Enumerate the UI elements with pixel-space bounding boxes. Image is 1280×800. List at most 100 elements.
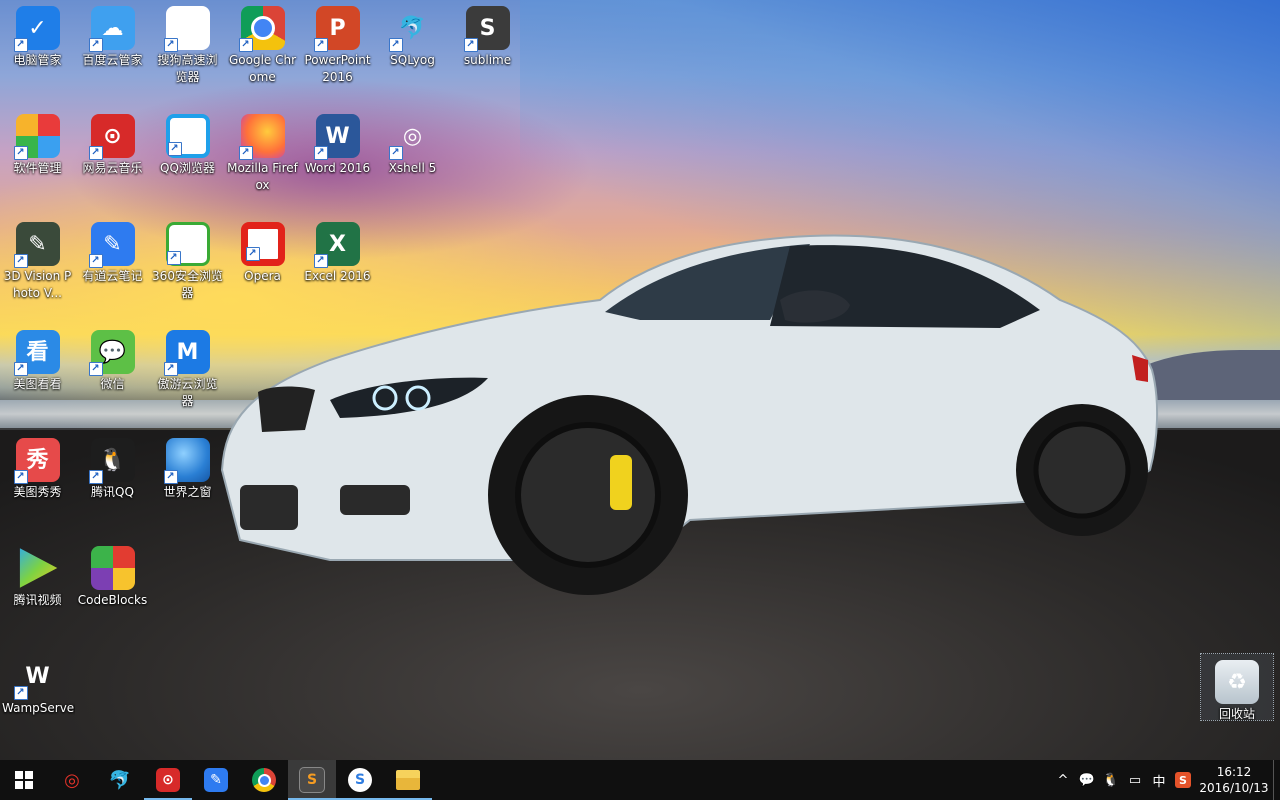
- clock-date: 2016/10/13: [1199, 781, 1269, 795]
- desktop-icon-opera[interactable]: ↗ Opera: [225, 216, 300, 285]
- desktop-icon-360-browser[interactable]: e ↗ 360安全浏览器: [150, 216, 225, 302]
- qq-tray-icon[interactable]: 🐧: [1099, 760, 1123, 800]
- desktop-icon-label: Excel 2016: [304, 269, 371, 283]
- excel-icon: X ↗: [313, 222, 360, 268]
- taskbar-sogou-browser[interactable]: S: [336, 760, 384, 800]
- desktop-icon-wampserver[interactable]: W ↗ WampServer: [0, 648, 75, 717]
- desktop-icon-powerpoint[interactable]: P ↗ PowerPoint 2016: [300, 0, 375, 86]
- desktop-icon-google-chrome[interactable]: ↗ Google Chrome: [225, 0, 300, 86]
- qq-penguin-icon: 🐧 ↗: [88, 438, 135, 484]
- desktop-icon-meitu-viewer[interactable]: 看 ↗ 美图看看: [0, 324, 75, 393]
- desktop-icon-label: 美图看看: [13, 377, 62, 391]
- desktop-icon-baidu-cloud[interactable]: ☁ ↗ 百度云管家: [75, 0, 150, 69]
- wampserver-icon: W ↗: [13, 654, 60, 700]
- desktop-icon-youdao-note[interactable]: ✎ ↗ 有道云笔记: [75, 216, 150, 285]
- desktop-icon-label: Google Chrome: [228, 53, 297, 84]
- desktop-icon-meitu-xiuxiu[interactable]: 秀 ↗ 美图秀秀: [0, 432, 75, 501]
- desktop-icon-word[interactable]: W ↗ Word 2016: [300, 108, 375, 177]
- start-button[interactable]: [0, 760, 48, 800]
- desktop-icon-label: 美图秀秀: [13, 485, 62, 499]
- sublime-text-icon: S ↗: [463, 6, 510, 52]
- desktop-icon-codeblocks[interactable]: CodeBlocks: [75, 540, 150, 609]
- taskbar-file-explorer[interactable]: [384, 760, 432, 800]
- qq-browser-icon: Q ↗: [165, 114, 210, 158]
- desktop-icon-wechat[interactable]: 💬 ↗ 微信: [75, 324, 150, 393]
- opera-icon: ↗: [240, 222, 285, 266]
- pc-manager-icon: ✓ ↗: [13, 6, 60, 52]
- desktop-icon-label: 回收站: [1218, 707, 1255, 721]
- chevron-up-icon[interactable]: ^: [1051, 760, 1075, 800]
- sogou-browser-icon: S ↗: [163, 6, 210, 52]
- desktop-icon-xshell[interactable]: ◎ ↗ Xshell 5: [375, 108, 450, 177]
- recycle-bin-icon: ♻: [1215, 660, 1259, 704]
- xshell-icon: ◎ ↗: [388, 114, 435, 160]
- chrome-icon: [252, 768, 276, 792]
- desktop-icon-pc-manager[interactable]: ✓ ↗ 电脑管家: [0, 0, 75, 69]
- windows-logo-icon: [15, 771, 33, 789]
- desktop-icon-tencent-qq[interactable]: 🐧 ↗ 腾讯QQ: [75, 432, 150, 501]
- meitu-xiuxiu-icon: 秀 ↗: [13, 438, 60, 484]
- 360-browser-icon: e ↗: [165, 222, 210, 266]
- xshell-icon: ◎: [64, 769, 80, 791]
- taskbar-sqlyog[interactable]: 🐬: [96, 760, 144, 800]
- desktop-icon-sogou-browser[interactable]: S ↗ 搜狗高速浏览器: [150, 0, 225, 86]
- word-icon: W ↗: [313, 114, 360, 160]
- desktop-icon-label: 搜狗高速浏览器: [157, 53, 218, 84]
- tencent-video-icon: [19, 548, 58, 588]
- desktop-icon-recycle-bin[interactable]: ♻ 回收站: [1200, 653, 1274, 721]
- taskbar-netease-music[interactable]: ⊙: [144, 760, 192, 800]
- desktop-icon-label: 有道云笔记: [82, 269, 143, 283]
- desktop-icon-label: 电脑管家: [13, 53, 62, 67]
- system-tray: ^ 💬 🐧 ▭ 中 S 16:12 2016/10/13: [1051, 760, 1280, 800]
- codeblocks-icon: [90, 546, 135, 590]
- show-desktop-button[interactable]: [1273, 760, 1280, 800]
- desktop-icon-sublime[interactable]: S ↗ sublime: [450, 0, 525, 69]
- desktop-icon-label: 腾讯QQ: [91, 485, 134, 499]
- clock-time: 16:12: [1216, 765, 1252, 779]
- baidu-cloud-icon: ☁ ↗: [88, 6, 135, 52]
- firefox-icon: ↗: [238, 114, 285, 160]
- desktop-icon-label: Xshell 5: [388, 161, 437, 175]
- desktop-icon-excel[interactable]: X ↗ Excel 2016: [300, 216, 375, 285]
- taskbar-sublime[interactable]: S: [288, 760, 336, 800]
- netease-music-icon: ⊙: [156, 768, 180, 792]
- desktop-icon-3d-vision[interactable]: ✎ ↗ 3D Vision Photo V...: [0, 216, 75, 302]
- taskbar-chrome[interactable]: [240, 760, 288, 800]
- desktop-icon-software-manager[interactable]: ↗ 软件管理: [0, 108, 75, 177]
- ime-mode-indicator[interactable]: 中: [1147, 760, 1171, 800]
- desktop-icon-label: PowerPoint 2016: [304, 53, 371, 84]
- maxthon-browser-icon: M ↗: [163, 330, 210, 376]
- desktop-icon-label: 世界之窗: [163, 485, 212, 499]
- desktop-icon-label: Word 2016: [304, 161, 371, 175]
- wechat-icon: 💬 ↗: [88, 330, 135, 376]
- desktop-icon-label: sublime: [463, 53, 512, 67]
- desktop-icon-sqlyog[interactable]: 🐬 ↗ SQLyog: [375, 0, 450, 69]
- sogou-browser-icon: S: [348, 768, 372, 792]
- taskbar-youdao-note[interactable]: ✎: [192, 760, 240, 800]
- meitu-viewer-icon: 看 ↗: [13, 330, 60, 376]
- desktop-icon-label: 微信: [100, 377, 125, 391]
- desktop-icon-label: 3D Vision Photo V...: [3, 269, 72, 300]
- desktop-icon-tencent-video[interactable]: 腾讯视频: [0, 540, 75, 609]
- youdao-note-icon: ✎ ↗: [88, 222, 135, 268]
- desktop-icon-theworld-browser[interactable]: ↗ 世界之窗: [150, 432, 225, 501]
- notification-icon[interactable]: ▭: [1123, 760, 1147, 800]
- wechat-tray-icon[interactable]: 💬: [1075, 760, 1099, 800]
- taskbar-xshell[interactable]: ◎: [48, 760, 96, 800]
- desktop-icon-label: SQLyog: [390, 53, 435, 67]
- desktop-icon-label: 360安全浏览器: [152, 269, 223, 300]
- youdao-note-icon: ✎: [204, 768, 228, 792]
- desktop-icon-label: Opera: [244, 269, 281, 283]
- desktop-icon-qq-browser[interactable]: Q ↗ QQ浏览器: [150, 108, 225, 177]
- desktop-icon-firefox[interactable]: ↗ Mozilla Firefox: [225, 108, 300, 194]
- clock[interactable]: 16:12 2016/10/13: [1195, 764, 1273, 796]
- desktop-icon-label: Mozilla Firefox: [227, 161, 298, 192]
- sogou-ime-icon[interactable]: S: [1171, 760, 1195, 800]
- desktop-icon-label: WampServer: [2, 701, 75, 715]
- netease-music-icon: ⊙ ↗: [88, 114, 135, 160]
- desktop-icon-maxthon[interactable]: M ↗ 傲游云浏览器: [150, 324, 225, 410]
- software-manager-icon: ↗: [13, 114, 60, 160]
- desktop-icon-netease-music[interactable]: ⊙ ↗ 网易云音乐: [75, 108, 150, 177]
- powerpoint-icon: P ↗: [313, 6, 360, 52]
- dolphin-icon: 🐬: [108, 769, 132, 791]
